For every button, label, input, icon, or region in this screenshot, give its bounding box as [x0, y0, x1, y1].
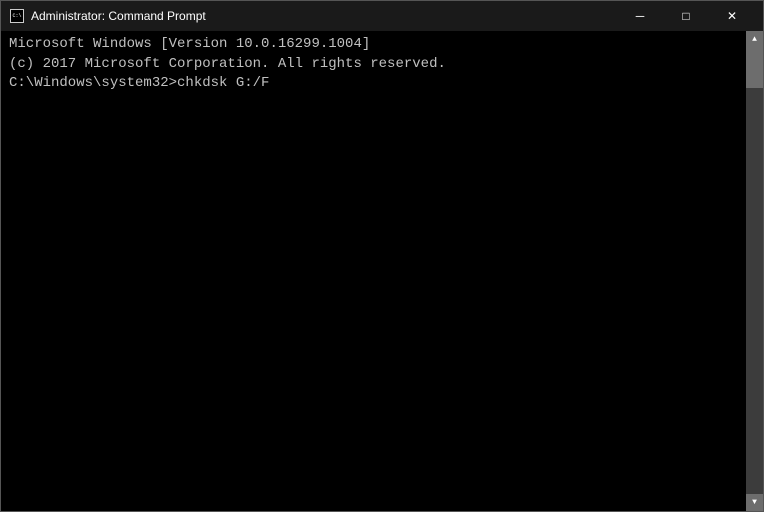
cmd-app-icon — [10, 9, 24, 23]
minimize-button[interactable]: ─ — [617, 1, 663, 31]
close-button[interactable]: ✕ — [709, 1, 755, 31]
window-controls: ─ □ ✕ — [617, 1, 755, 31]
console-line-1: Microsoft Windows [Version 10.0.16299.10… — [9, 35, 738, 55]
window-title: Administrator: Command Prompt — [31, 9, 206, 23]
console-area[interactable]: Microsoft Windows [Version 10.0.16299.10… — [1, 31, 763, 511]
title-bar-left: Administrator: Command Prompt — [9, 8, 206, 24]
console-line-4: C:\Windows\system32>chkdsk G:/F — [9, 74, 738, 94]
scrollbar-up-arrow[interactable]: ▲ — [746, 31, 763, 48]
scrollbar-down-arrow[interactable]: ▼ — [746, 494, 763, 511]
title-bar: Administrator: Command Prompt ─ □ ✕ — [1, 1, 763, 31]
command-prompt-window: Administrator: Command Prompt ─ □ ✕ Micr… — [0, 0, 764, 512]
vertical-scrollbar[interactable]: ▲ ▼ — [746, 31, 763, 511]
scrollbar-thumb[interactable] — [746, 48, 763, 88]
scrollbar-track[interactable] — [746, 48, 763, 494]
cmd-window-icon — [9, 8, 25, 24]
console-line-2: (c) 2017 Microsoft Corporation. All righ… — [9, 55, 738, 75]
console-output[interactable]: Microsoft Windows [Version 10.0.16299.10… — [1, 31, 746, 511]
maximize-button[interactable]: □ — [663, 1, 709, 31]
